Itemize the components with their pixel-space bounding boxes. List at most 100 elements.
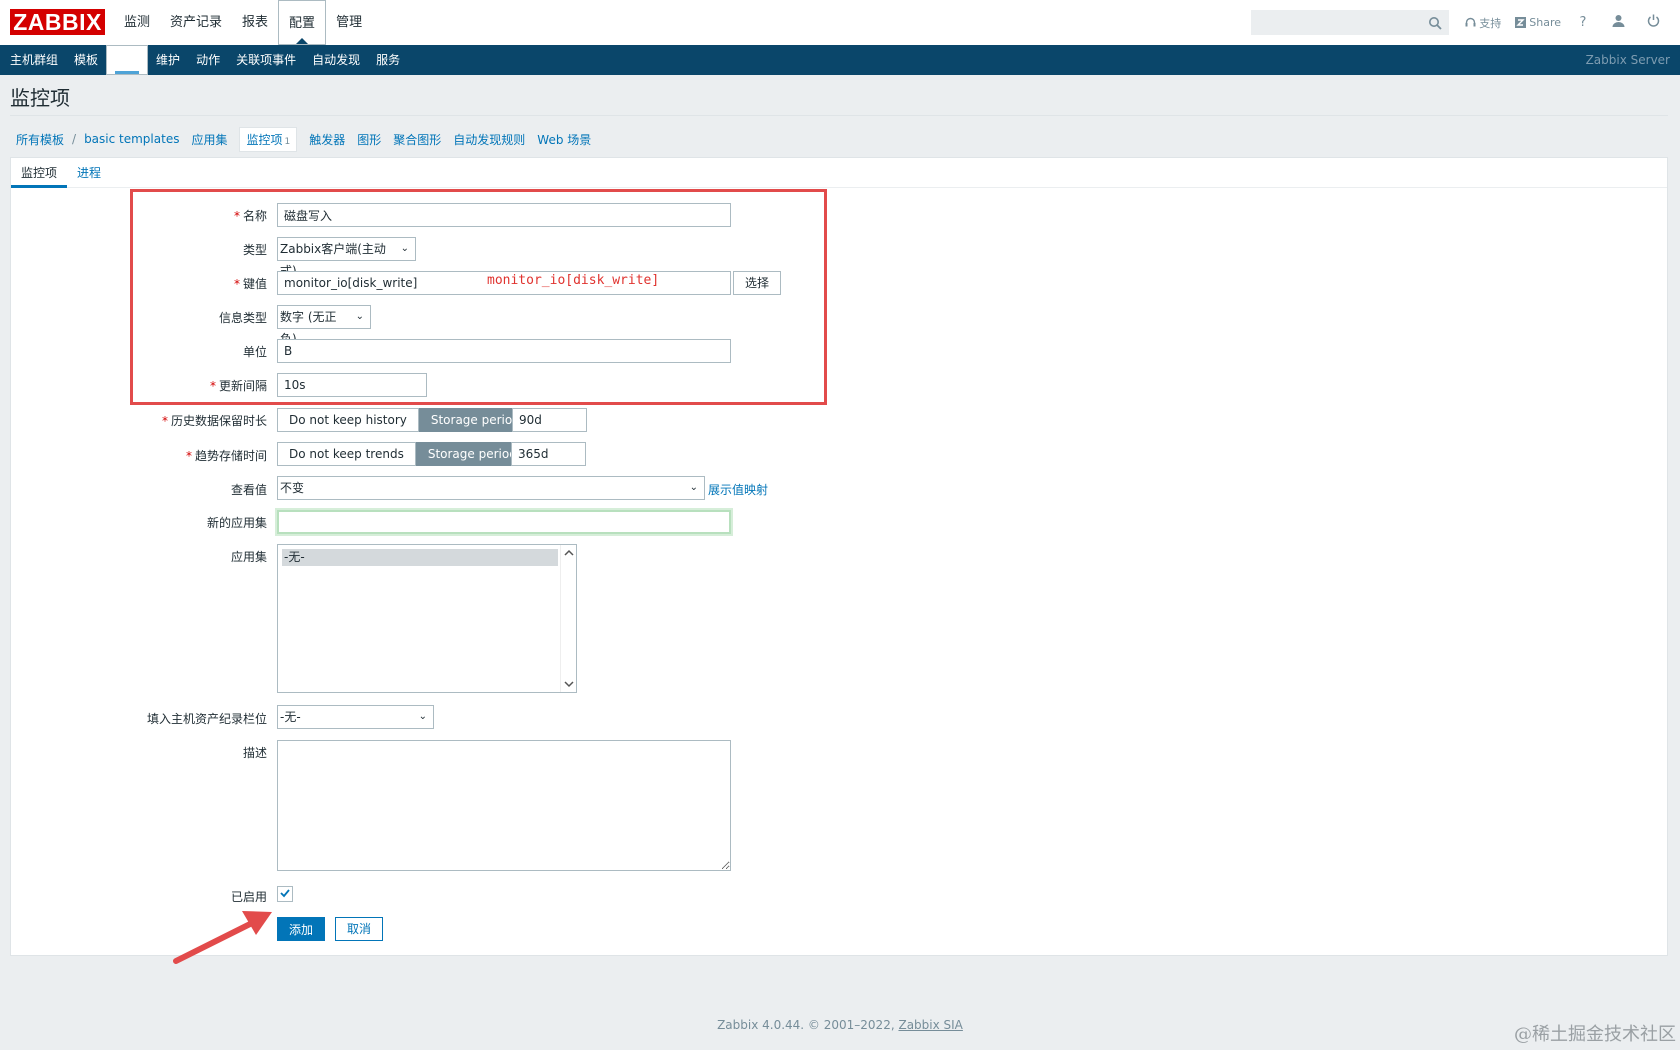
support-link[interactable]: 支持 — [1465, 15, 1501, 31]
trends-mode-toggle: Do not keep trends Storage period — [277, 442, 529, 466]
interval-input[interactable] — [277, 373, 427, 397]
breadcrumb-discovery-rules[interactable]: 自动发现规则 — [447, 131, 531, 148]
valuemap-select[interactable]: 不变 ⌄ — [277, 476, 705, 500]
history-no-keep-option[interactable]: Do not keep history — [277, 408, 419, 432]
headset-icon — [1465, 17, 1476, 27]
trends-label: * 趋势存储时间 — [185, 449, 267, 463]
breadcrumb: 所有模板 / basic templates 应用集 监控项 1 触发器 图形 聚… — [10, 126, 597, 152]
main-menu-inventory[interactable]: 资产记录 — [160, 0, 232, 45]
tab-item[interactable]: 监控项 — [11, 158, 68, 188]
enabled-checkbox[interactable] — [277, 886, 293, 902]
chevron-down-icon: ⌄ — [418, 711, 427, 722]
main-menu-reports[interactable]: 报表 — [232, 0, 278, 45]
tab-preprocessing[interactable]: 进程 — [67, 158, 111, 188]
new-application-input[interactable] — [277, 510, 731, 534]
breadcrumb-template[interactable]: basic templates — [78, 132, 185, 146]
sub-menu-services[interactable]: 服务 — [368, 45, 408, 75]
trends-no-keep-option[interactable]: Do not keep trends — [277, 442, 416, 466]
breadcrumb-screens[interactable]: 聚合图形 — [387, 131, 447, 148]
checkmark-icon — [280, 889, 290, 898]
listbox-scrollbar[interactable] — [560, 545, 576, 692]
page-title: 监控项 — [10, 86, 70, 110]
main-menu: 监测 资产记录 报表 配置 管理 — [114, 0, 372, 45]
main-menu-configuration[interactable]: 配置 — [278, 0, 327, 45]
history-period-input[interactable] — [512, 408, 587, 432]
description-label: 描述 — [242, 746, 267, 760]
top-bar: ZABBIX 监测 资产记录 报表 配置 管理 支持 Share ? — [0, 0, 1680, 45]
sub-menu-discovery[interactable]: 自动发现 — [304, 45, 368, 75]
help-icon[interactable]: ? — [1575, 15, 1591, 30]
annotation-arrow-icon — [173, 911, 272, 964]
watermark: @稀土掘金技术社区 — [1514, 1024, 1676, 1045]
show-value-mappings-link[interactable]: 展示值映射 — [708, 481, 768, 498]
zabbix-logo[interactable]: ZABBIX — [10, 9, 105, 35]
chevron-down-icon: ⌄ — [689, 482, 698, 493]
footer: Zabbix 4.0.44. © 2001–2022, Zabbix SIA — [0, 1018, 1680, 1032]
new-application-label: 新的应用集 — [206, 516, 267, 530]
main-menu-administration[interactable]: 管理 — [326, 0, 372, 45]
trends-period-input[interactable] — [511, 442, 586, 466]
items-count-badge: 1 — [284, 136, 291, 147]
share-link[interactable]: Share — [1515, 16, 1561, 29]
search-input[interactable] — [1251, 10, 1450, 35]
breadcrumb-items[interactable]: 监控项 1 — [239, 126, 298, 152]
main-menu-monitoring[interactable]: 监测 — [114, 0, 160, 45]
description-textarea[interactable] — [277, 740, 731, 871]
key-annotation: monitor_io[disk_write] — [487, 273, 660, 288]
sub-menu-maintenance[interactable]: 维护 — [148, 45, 188, 75]
top-right-area: 支持 Share ? — [1251, 0, 1680, 45]
type-label: 类型 — [242, 243, 267, 257]
footer-text: Zabbix 4.0.44. © 2001–2022, — [717, 1018, 899, 1032]
chevron-down-icon: ⌄ — [355, 311, 364, 322]
sign-out-icon[interactable] — [1645, 14, 1661, 31]
inventory-field-label: 填入主机资产纪录栏位 — [146, 712, 267, 726]
breadcrumb-items-label: 监控项 — [246, 132, 283, 147]
breadcrumb-all-templates[interactable]: 所有模板 — [10, 131, 70, 148]
info-type-select[interactable]: 数字 (无正负)⌄ — [277, 305, 371, 346]
applications-label: 应用集 — [230, 550, 267, 564]
units-input[interactable] — [277, 339, 731, 363]
server-name: Zabbix Server — [1585, 53, 1670, 67]
units-label: 单位 — [242, 345, 267, 359]
inventory-field-select[interactable]: -无- ⌄ — [277, 705, 434, 729]
share-z-icon — [1515, 17, 1527, 28]
type-select[interactable]: Zabbix客户端(主动式)⌄ — [277, 237, 416, 278]
sub-menu: 主机群组 模板 主机 维护 动作 关联项事件 自动发现 服务 — [0, 45, 408, 75]
add-button[interactable]: 添加 — [277, 917, 325, 941]
sub-menu-correlation[interactable]: 关联项事件 — [228, 45, 304, 75]
scroll-down-icon[interactable] — [564, 681, 574, 688]
enabled-label: 已启用 — [230, 890, 267, 904]
applications-listbox[interactable]: -无- — [277, 544, 577, 693]
footer-link[interactable]: Zabbix SIA — [898, 1018, 962, 1032]
cancel-button[interactable]: 取消 — [335, 917, 383, 941]
breadcrumb-graphs[interactable]: 图形 — [351, 131, 387, 148]
support-label: 支持 — [1479, 16, 1502, 30]
info-type-label: 信息类型 — [218, 311, 267, 325]
valuemap-label: 查看值 — [230, 483, 267, 497]
history-label: * 历史数据保留时长 — [161, 414, 267, 428]
sub-menu-templates[interactable]: 模板 — [66, 45, 106, 75]
breadcrumb-triggers[interactable]: 触发器 — [303, 131, 351, 148]
chevron-down-icon: ⌄ — [400, 243, 409, 254]
sub-menu-actions[interactable]: 动作 — [188, 45, 228, 75]
user-profile-icon[interactable] — [1610, 14, 1626, 31]
sub-menu-host-groups[interactable]: 主机群组 — [2, 45, 66, 75]
valuemap-select-value: 不变 — [280, 481, 305, 495]
breadcrumb-web-scenarios[interactable]: Web 场景 — [531, 131, 597, 148]
sub-menu-hosts[interactable]: 主机 — [106, 45, 149, 75]
select-key-button[interactable]: 选择 — [733, 271, 781, 295]
breadcrumb-separator: / — [72, 132, 77, 146]
share-label: Share — [1529, 16, 1561, 29]
scroll-up-icon[interactable] — [564, 549, 574, 556]
key-label: * 键值 — [233, 277, 267, 291]
breadcrumb-applications[interactable]: 应用集 — [185, 131, 233, 148]
inventory-field-select-value: -无- — [280, 710, 301, 724]
name-input[interactable] — [277, 203, 731, 227]
title-divider — [10, 115, 1668, 116]
interval-label: * 更新间隔 — [209, 379, 267, 393]
form-tabs: 监控项 进程 — [11, 158, 1667, 188]
name-label: * 名称 — [233, 209, 267, 223]
sub-menu-bar: 主机群组 模板 主机 维护 动作 关联项事件 自动发现 服务 Zabbix Se… — [0, 45, 1680, 75]
application-option[interactable]: -无- — [282, 549, 558, 566]
search-icon[interactable] — [1428, 16, 1442, 30]
